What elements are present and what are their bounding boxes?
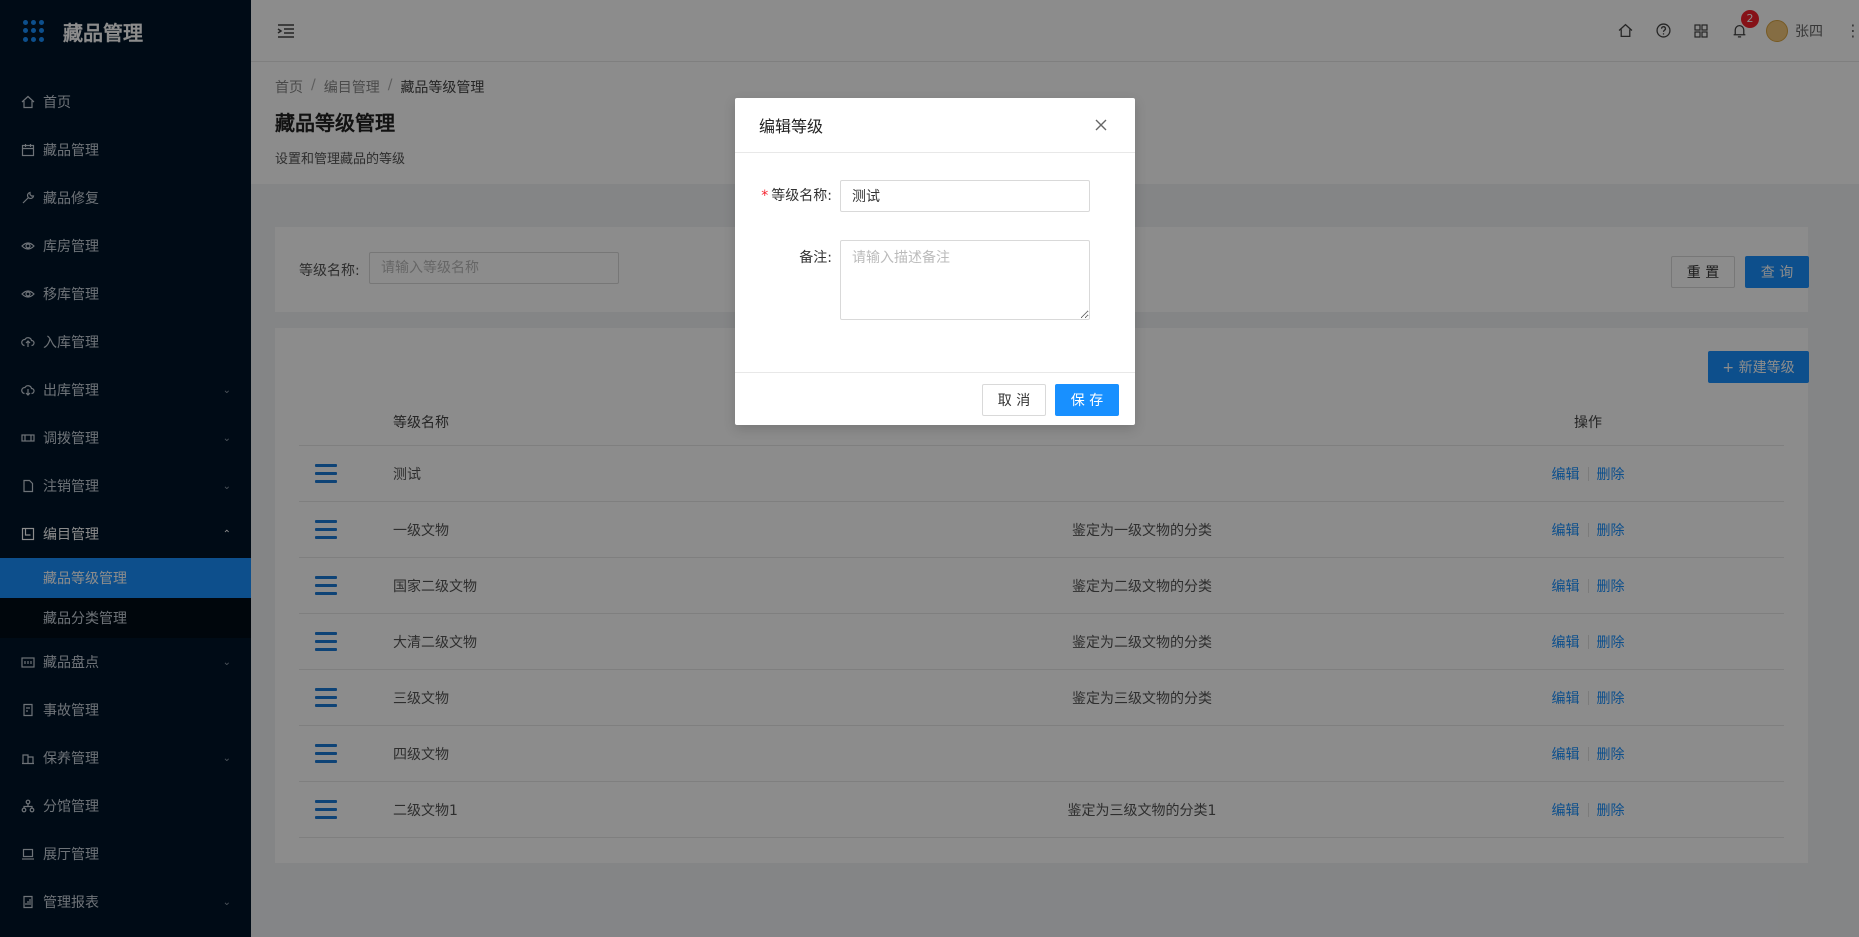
form-row-grade-name: * 等级名称: [735,180,1090,212]
modal-title: 编辑等级 [759,117,824,136]
edit-grade-modal: 编辑等级 *等级名称: 备注: 取 消 保 存 [735,98,1135,425]
modal-header: 编辑等级 [735,98,1135,153]
grade-name-label: * 等级名称: [761,188,832,204]
remark-label: 备注: [799,250,832,266]
cancel-button[interactable]: 取 消 [982,384,1046,416]
save-button[interactable]: 保 存 [1055,384,1119,416]
required-mark: * [761,188,769,204]
modal-footer: 取 消 保 存 [735,372,1135,425]
close-icon[interactable] [1091,115,1111,135]
grade-name-input[interactable] [840,180,1090,212]
remark-textarea[interactable] [840,240,1090,320]
form-row-remark: 备注: [735,240,1090,320]
